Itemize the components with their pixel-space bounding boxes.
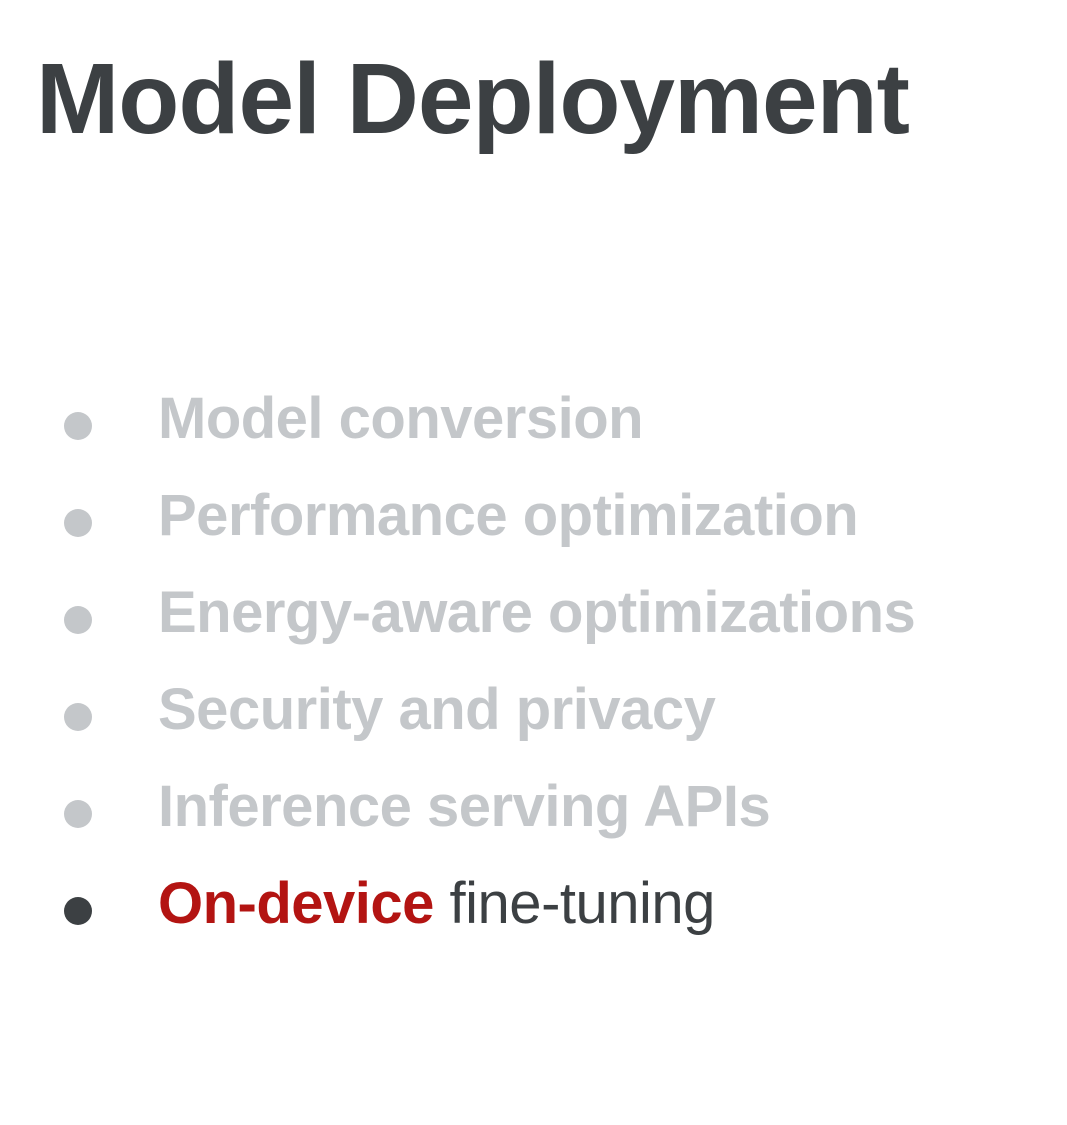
- bullet-text: Energy-aware optimizations: [158, 580, 916, 645]
- bullet-dot-icon: [64, 605, 92, 634]
- bullet-rest: fine-tuning: [433, 871, 716, 936]
- bullet-item-model-conversion: Model conversion: [64, 370, 915, 467]
- bullet-dot-icon: [64, 702, 92, 731]
- bullet-text: Security and privacy: [158, 677, 716, 742]
- bullet-dot-icon: [64, 411, 92, 440]
- bullet-item-inference-serving-apis: Inference serving APIs: [64, 758, 915, 855]
- bullet-dot-icon: [64, 799, 92, 828]
- bullet-text: Inference serving APIs: [158, 774, 771, 839]
- bullet-text: Model conversion: [158, 386, 644, 451]
- slide: Model Deployment Model conversion Perfor…: [0, 0, 1067, 1125]
- bullet-dot-icon: [64, 896, 92, 925]
- bullet-item-performance-optimization: Performance optimization: [64, 467, 915, 564]
- bullet-list: Model conversion Performance optimizatio…: [64, 370, 916, 952]
- bullet-highlight: On-device: [158, 871, 434, 936]
- bullet-item-energy-aware-optimizations: Energy-aware optimizations: [64, 564, 916, 661]
- slide-title: Model Deployment: [36, 43, 910, 155]
- bullet-item-on-device-fine-tuning: On-device fine-tuning: [64, 855, 915, 952]
- bullet-text: Performance optimization: [158, 483, 859, 548]
- bullet-dot-icon: [64, 508, 92, 537]
- bullet-item-security-and-privacy: Security and privacy: [64, 661, 915, 758]
- bullet-text-active: On-device fine-tuning: [158, 870, 715, 937]
